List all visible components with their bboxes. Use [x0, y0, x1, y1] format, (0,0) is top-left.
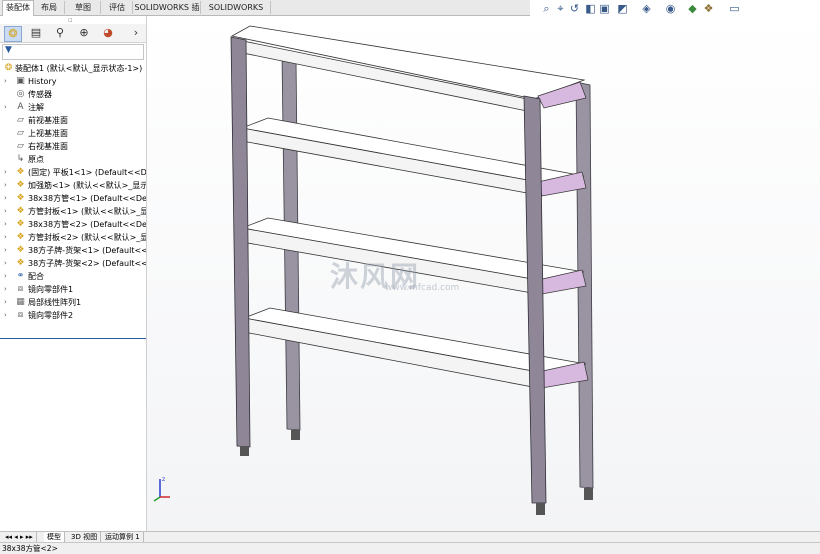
status-bar: 38x38方管<2>	[0, 542, 820, 554]
status-text: 38x38方管<2>	[2, 544, 58, 553]
bottom-tab-bar: ◂◂ ◂ ▸ ▸▸ 模型 3D 视图 运动算例 1	[0, 531, 820, 542]
watermark-url: www.mfcad.com	[385, 283, 460, 293]
svg-text:z: z	[162, 476, 165, 483]
reference-triad-icon: z	[153, 476, 170, 502]
front-right-post	[523, 95, 547, 504]
nav-arrows-icon[interactable]: ◂◂ ◂ ▸ ▸▸	[2, 532, 37, 542]
tab-3d-views[interactable]: 3D 视图	[68, 532, 102, 542]
tab-motion-study[interactable]: 运动算例 1	[102, 532, 144, 542]
front-left-post	[230, 36, 251, 448]
tab-model[interactable]: 模型	[44, 532, 65, 542]
